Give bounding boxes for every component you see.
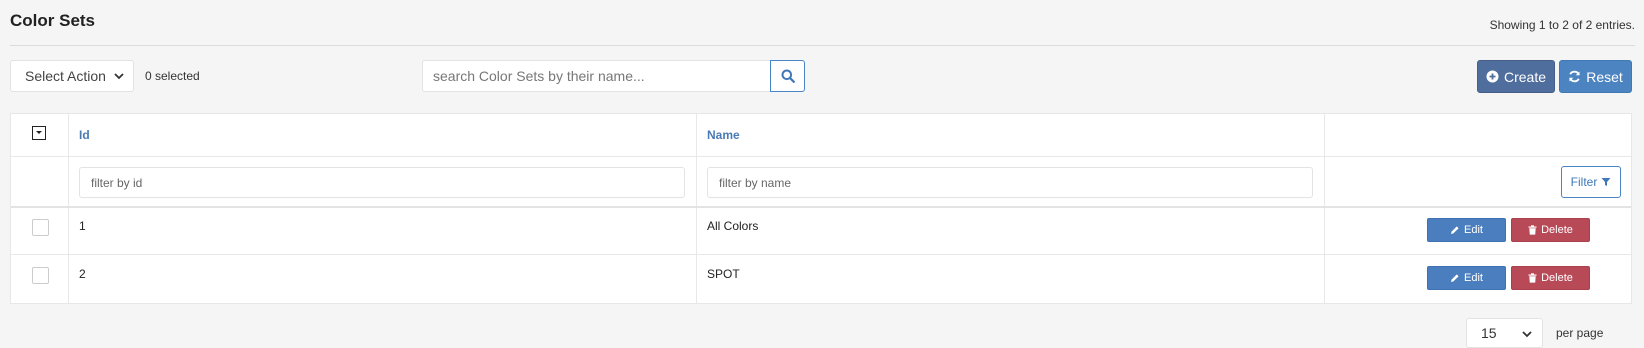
filter-button-label: Filter	[1570, 175, 1598, 189]
plus-circle-icon	[1486, 70, 1499, 83]
row-id: 2	[79, 267, 86, 281]
reset-button-label: Reset	[1586, 68, 1623, 85]
delete-button-label: Delete	[1541, 224, 1573, 236]
edit-button[interactable]: Edit	[1427, 266, 1506, 290]
search-button[interactable]	[770, 60, 805, 92]
select-action-value: Select Action	[25, 68, 106, 84]
pencil-icon	[1451, 226, 1459, 234]
filter-name-input[interactable]	[707, 167, 1313, 198]
filter-button[interactable]: Filter	[1561, 166, 1621, 198]
search-icon	[781, 69, 795, 83]
table-row: 2 SPOT Edit Delete	[11, 254, 1631, 302]
filter-id-input[interactable]	[79, 167, 685, 198]
filter-row: Filter	[11, 156, 1631, 208]
page-title: Color Sets	[10, 11, 96, 30]
row-id: 1	[79, 219, 86, 233]
trash-icon	[1528, 225, 1537, 235]
pencil-icon	[1451, 274, 1459, 282]
chevron-down-icon	[114, 73, 124, 80]
reset-button[interactable]: Reset	[1559, 60, 1632, 93]
row-name: All Colors	[707, 219, 759, 233]
caret-down-icon	[35, 131, 42, 134]
row-checkbox[interactable]	[32, 267, 49, 284]
delete-button[interactable]: Delete	[1511, 266, 1590, 290]
edit-button-label: Edit	[1464, 224, 1483, 236]
column-header-name[interactable]: Name	[707, 128, 740, 142]
select-all-checkbox[interactable]	[32, 126, 46, 140]
filter-icon	[1601, 178, 1611, 186]
refresh-icon	[1569, 70, 1581, 83]
create-button-label: Create	[1503, 68, 1547, 85]
table-header-row: Id Name	[11, 114, 1631, 157]
per-page-label: per page	[1556, 326, 1604, 340]
chevron-down-icon	[1522, 331, 1532, 338]
selected-count: 0 selected	[145, 69, 200, 83]
row-checkbox[interactable]	[32, 219, 49, 236]
per-page-select[interactable]: 15	[1466, 318, 1543, 348]
trash-icon	[1528, 273, 1537, 283]
create-button[interactable]: Create	[1477, 60, 1555, 93]
delete-button-label: Delete	[1541, 272, 1573, 284]
row-name: SPOT	[707, 267, 740, 281]
column-header-id[interactable]: Id	[79, 128, 90, 142]
edit-button[interactable]: Edit	[1427, 218, 1506, 242]
edit-button-label: Edit	[1464, 272, 1483, 284]
title-divider	[10, 45, 1635, 46]
color-sets-table: Id Name Filter 1 All Colors Edit	[10, 113, 1632, 304]
delete-button[interactable]: Delete	[1511, 218, 1590, 242]
entries-summary: Showing 1 to 2 of 2 entries.	[1489, 18, 1635, 32]
per-page-value: 15	[1481, 325, 1497, 341]
select-action-dropdown[interactable]: Select Action	[10, 60, 134, 92]
table-row: 1 All Colors Edit Delete	[11, 206, 1631, 255]
search-input[interactable]	[422, 60, 770, 92]
